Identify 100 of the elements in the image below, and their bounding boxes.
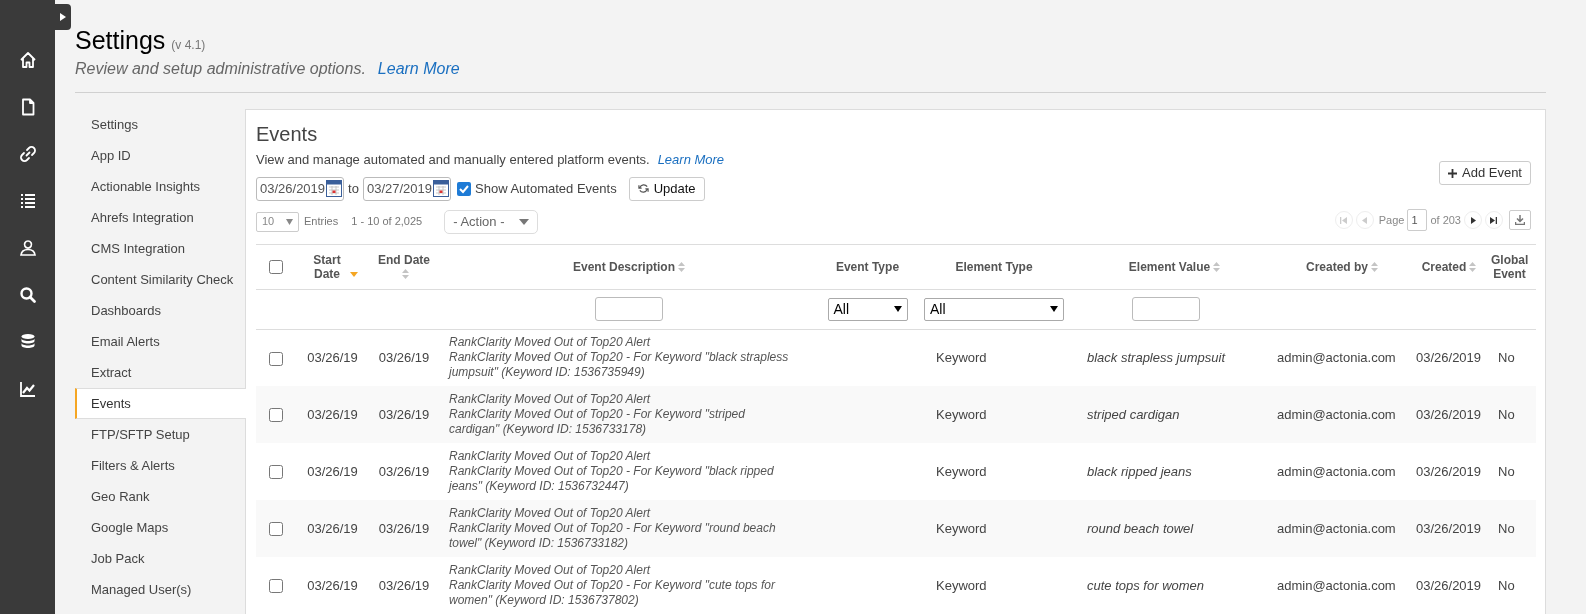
event-title: RankClarity Moved Out of Top20 Alert bbox=[449, 506, 652, 521]
settings-menu-item[interactable]: Job Pack bbox=[75, 543, 245, 574]
column-header: Global Event bbox=[1491, 252, 1529, 281]
table-cell: 03/26/2019 bbox=[1416, 577, 1482, 593]
column-header[interactable]: Created by bbox=[1306, 259, 1368, 274]
table-cell: Keyword bbox=[936, 577, 987, 593]
action-select[interactable]: - Action - bbox=[444, 209, 539, 234]
column-header[interactable]: Created bbox=[1421, 259, 1467, 274]
link-icon[interactable] bbox=[17, 143, 38, 164]
table-cell: No bbox=[1498, 406, 1515, 422]
settings-menu-item[interactable]: Settings bbox=[75, 109, 245, 140]
event-detail: RankClarity Moved Out of Top20 - For Keyword "black strapless jumpsuit" (Keyword ID: 1536735949) bbox=[449, 350, 789, 381]
column-header: Element Type bbox=[955, 259, 1033, 274]
checkbox[interactable] bbox=[457, 181, 471, 196]
page-subtitle: Review and setup administrative options. bbox=[75, 59, 366, 79]
table-cell: admin@actonia.com bbox=[1277, 520, 1396, 536]
dropdown-caret-icon bbox=[893, 306, 902, 312]
dropdown-caret-icon bbox=[1050, 306, 1058, 312]
to-label: to bbox=[348, 179, 359, 198]
event-title: RankClarity Moved Out of Top20 Alert bbox=[449, 563, 652, 578]
checkbox[interactable] bbox=[269, 408, 283, 423]
event-title: RankClarity Moved Out of Top20 Alert bbox=[449, 449, 652, 464]
table-cell: black ripped jeans bbox=[1087, 463, 1192, 479]
search-icon[interactable] bbox=[17, 284, 38, 305]
user-icon[interactable] bbox=[17, 237, 38, 258]
checkbox[interactable] bbox=[269, 260, 283, 275]
dropdown-caret-icon bbox=[519, 218, 530, 225]
last-page-icon bbox=[1490, 216, 1498, 224]
date-cell: 03/26/19 bbox=[307, 350, 358, 365]
download-button[interactable] bbox=[1509, 210, 1531, 230]
table-cell: admin@actonia.com bbox=[1277, 577, 1396, 593]
range-label: 1 - 10 of 2,025 bbox=[351, 214, 423, 230]
page-count-label: of 203 bbox=[1430, 212, 1461, 228]
sidebar-toggle-button[interactable] bbox=[55, 4, 71, 30]
learn-more-link[interactable]: Learn More bbox=[657, 150, 725, 170]
settings-menu-item[interactable]: Dashboards bbox=[75, 295, 245, 326]
settings-menu-item[interactable]: Extract bbox=[75, 357, 245, 388]
settings-menu-item[interactable]: Ahrefs Integration bbox=[75, 202, 245, 233]
table-cell: No bbox=[1498, 577, 1515, 593]
column-header[interactable]: Start Date bbox=[307, 252, 347, 281]
event-title: RankClarity Moved Out of Top20 Alert bbox=[449, 335, 652, 351]
date-field[interactable]: 03/27/2019 bbox=[362, 176, 451, 201]
event-detail: RankClarity Moved Out of Top20 - For Keyword "black ripped jeans" (Keyword ID: 1536732447) bbox=[449, 464, 775, 494]
calendar-icon[interactable] bbox=[326, 180, 343, 197]
column-header: Event Type bbox=[835, 259, 900, 274]
settings-menu-item[interactable]: App ID bbox=[75, 140, 245, 171]
page-number-field[interactable]: 1 bbox=[1407, 209, 1428, 231]
settings-menu-item[interactable]: Google Maps bbox=[75, 512, 245, 543]
settings-menu-item[interactable]: Events bbox=[75, 388, 246, 419]
table-cell: 03/26/2019 bbox=[1416, 350, 1482, 365]
panel-description: View and manage automated and manually entered platform events. bbox=[256, 151, 650, 169]
event-detail: RankClarity Moved Out of Top20 - For Keyword "cute tops for women" (Keyword ID: 1536737802) bbox=[449, 578, 777, 608]
settings-menu-item[interactable]: CMS Integration bbox=[75, 233, 245, 264]
settings-menu-item[interactable]: Geo Rank bbox=[75, 481, 245, 512]
refresh-icon bbox=[637, 183, 649, 194]
page-size-select[interactable]: 10 bbox=[256, 211, 299, 232]
date-cell: 03/26/19 bbox=[378, 463, 430, 479]
page-label: Page bbox=[1378, 212, 1405, 228]
checkbox[interactable] bbox=[269, 465, 283, 480]
date-cell: 03/26/19 bbox=[378, 577, 430, 593]
table-cell: No bbox=[1498, 350, 1515, 365]
description-filter-field[interactable] bbox=[595, 297, 663, 321]
caret-right-icon bbox=[60, 13, 66, 21]
plus-icon bbox=[1448, 168, 1457, 178]
settings-menu-item[interactable]: Filters & Alerts bbox=[75, 450, 245, 481]
dropdown-caret-icon bbox=[286, 218, 293, 225]
update-button[interactable]: Update bbox=[628, 176, 705, 201]
add-event-button[interactable]: Add Event bbox=[1439, 161, 1531, 185]
entries-label: Entries bbox=[304, 214, 339, 230]
date-cell: 03/26/19 bbox=[307, 463, 358, 479]
settings-menu-item[interactable]: Content Similarity Check bbox=[75, 264, 245, 295]
learn-more-link[interactable]: Learn More bbox=[377, 57, 460, 81]
date-cell: 03/26/19 bbox=[378, 350, 430, 365]
checkbox-label: Show Automated Events bbox=[475, 179, 617, 198]
table-cell: Keyword bbox=[936, 520, 987, 536]
settings-menu-item[interactable]: Managed User(s) bbox=[75, 574, 245, 605]
element-value-filter-field[interactable] bbox=[1132, 297, 1200, 321]
column-header[interactable]: End Date bbox=[369, 252, 439, 267]
event-title: RankClarity Moved Out of Top20 Alert bbox=[449, 392, 652, 407]
event-type-select[interactable]: All bbox=[827, 297, 908, 321]
page-title: Settings bbox=[75, 25, 166, 55]
column-header[interactable]: Element Value bbox=[1128, 259, 1211, 274]
calendar-icon[interactable] bbox=[433, 180, 449, 197]
next-page-icon bbox=[1469, 216, 1477, 224]
settings-menu-item[interactable]: FTP/SFTP Setup bbox=[75, 419, 245, 450]
checkbox[interactable] bbox=[269, 579, 283, 594]
date-field[interactable]: 03/26/2019 bbox=[256, 176, 345, 201]
table-cell: cute tops for women bbox=[1087, 577, 1205, 593]
checkbox[interactable] bbox=[269, 351, 283, 366]
element-type-select[interactable]: All bbox=[924, 297, 1064, 321]
version-label: (v 4.1) bbox=[171, 37, 206, 54]
table-cell: Keyword bbox=[936, 350, 987, 365]
table-cell: round beach towel bbox=[1087, 520, 1194, 536]
date-cell: 03/26/19 bbox=[307, 577, 358, 593]
checkbox[interactable] bbox=[269, 522, 283, 537]
column-header[interactable]: Event Description bbox=[573, 259, 675, 274]
table-cell: Keyword bbox=[936, 406, 987, 422]
settings-menu-item[interactable]: Actionable Insights bbox=[75, 171, 245, 202]
settings-menu-item[interactable]: Email Alerts bbox=[75, 326, 245, 357]
event-detail: RankClarity Moved Out of Top20 - For Keyword "round beach towel" (Keyword ID: 1536733182) bbox=[449, 521, 777, 551]
